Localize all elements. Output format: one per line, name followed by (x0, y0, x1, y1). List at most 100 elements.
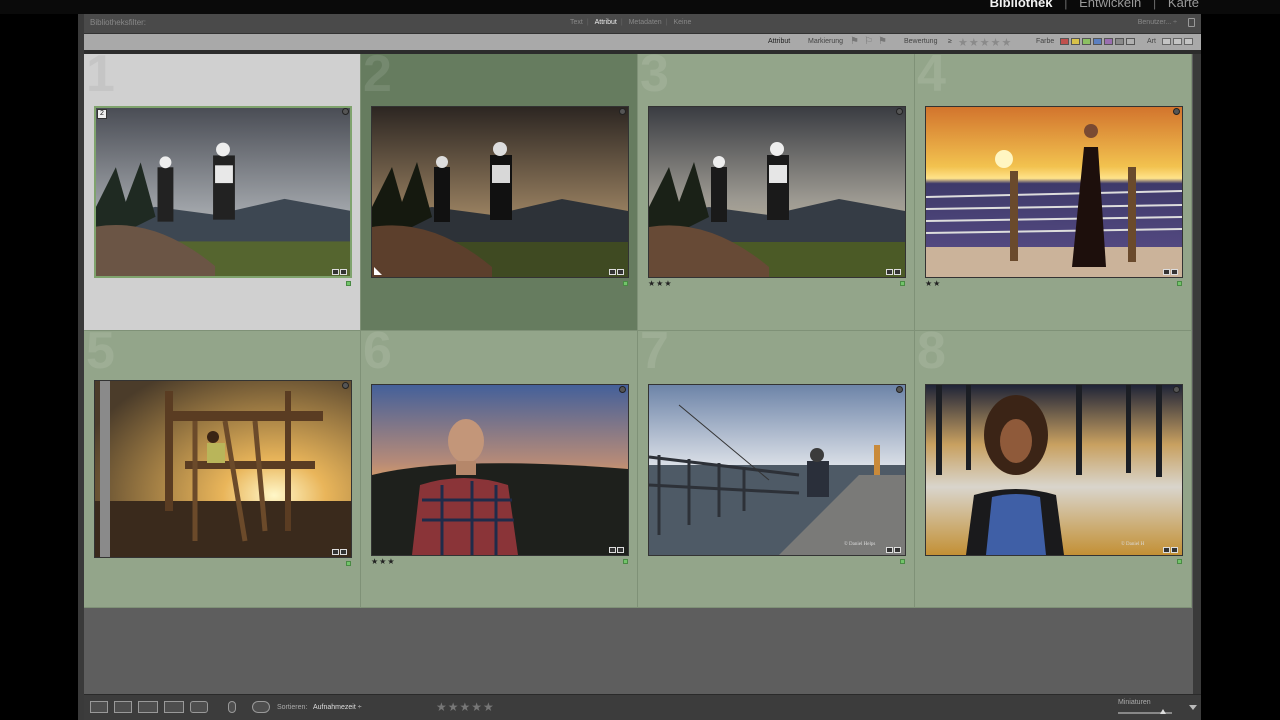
pick-flag-icon[interactable] (374, 267, 382, 275)
kind-virtual-icon[interactable] (1173, 38, 1182, 45)
quick-collection-dot-icon[interactable] (896, 108, 903, 115)
module-separator: | (1064, 0, 1068, 10)
color-swatch[interactable] (1060, 38, 1069, 45)
develop-badge-icon[interactable] (340, 549, 347, 555)
color-label-icon (623, 559, 628, 564)
photo-thumbnail[interactable] (648, 384, 906, 556)
metadata-badge-icon[interactable] (332, 269, 339, 275)
color-swatch[interactable] (1071, 38, 1080, 45)
kind-master-icon[interactable] (1162, 38, 1171, 45)
quick-collection-dot-icon[interactable] (619, 386, 626, 393)
sort-direction-icon[interactable] (252, 701, 270, 713)
color-swatch[interactable] (1115, 38, 1124, 45)
attribute-label: Attribut (768, 38, 791, 45)
right-panel-collapsed (1201, 14, 1280, 720)
photo-thumbnail[interactable] (94, 380, 352, 558)
flag-reject-icon[interactable]: ⚑ (878, 36, 887, 47)
filter-preset-select[interactable]: Benutzer... ÷ (1138, 19, 1177, 26)
color-label-icon (1177, 281, 1182, 286)
color-label-icon (900, 559, 905, 564)
module-picker: Bibliothek | Entwickeln | Karte (0, 0, 1280, 14)
photo-thumbnail[interactable] (371, 384, 629, 556)
tab-text[interactable]: Text (570, 19, 583, 26)
sort-select[interactable]: Aufnahmezeit ÷ (313, 704, 362, 711)
quick-collection-dot-icon[interactable] (896, 386, 903, 393)
metadata-badge-icon[interactable] (886, 269, 893, 275)
develop-badge-icon[interactable] (1171, 269, 1178, 275)
module-map[interactable]: Karte (1168, 0, 1199, 10)
sort-label: Sortieren: (277, 704, 308, 711)
develop-badge-icon[interactable] (617, 547, 624, 553)
painter-icon[interactable] (228, 701, 236, 713)
loupe-view-icon[interactable] (114, 701, 132, 713)
color-swatch[interactable] (1126, 38, 1135, 45)
color-swatch[interactable] (1093, 38, 1102, 45)
quick-collection-dot-icon[interactable] (1173, 108, 1180, 115)
grid-cell[interactable]: 7 © Daniel Helps (638, 331, 915, 608)
rating-stars[interactable]: ★★ (925, 279, 941, 288)
toolbar-rating-stars[interactable]: ★★★★★ (436, 700, 495, 714)
compare-view-icon[interactable] (138, 701, 158, 713)
tab-attribute[interactable]: Attribut (595, 19, 617, 26)
right-panel-toggle[interactable] (1193, 14, 1201, 694)
photo-thumbnail[interactable] (648, 106, 906, 278)
kind-video-icon[interactable] (1184, 38, 1193, 45)
color-swatch[interactable] (1104, 38, 1113, 45)
rating-stars[interactable]: ★★★ (371, 557, 396, 566)
quick-collection-dot-icon[interactable] (342, 382, 349, 389)
survey-view-icon[interactable] (164, 701, 184, 713)
metadata-badge-icon[interactable] (609, 269, 616, 275)
develop-badge-icon[interactable] (617, 269, 624, 275)
cell-index-number: 2 (363, 54, 392, 103)
quick-collection-dot-icon[interactable] (619, 108, 626, 115)
rating-operator[interactable]: ≥ (948, 38, 952, 45)
photo-thumbnail[interactable] (371, 106, 629, 278)
cell-index-number: 6 (363, 331, 392, 380)
thumbnail-size-knob[interactable] (1160, 709, 1166, 714)
develop-badge-icon[interactable] (894, 547, 901, 553)
flag-neutral-icon[interactable]: ⚐ (864, 36, 873, 47)
photo-thumbnail[interactable] (94, 106, 352, 278)
lock-icon[interactable] (1188, 18, 1195, 27)
flag-pick-icon[interactable]: ⚑ (850, 36, 859, 47)
metadata-badge-icon[interactable] (886, 547, 893, 553)
grid-cell[interactable]: 12 (84, 54, 361, 331)
rating-filter-stars[interactable]: ★★★★★ (958, 36, 1012, 49)
color-label-icon (346, 561, 351, 566)
tab-metadata[interactable]: Metadaten (629, 19, 662, 26)
tab-none[interactable]: Keine (673, 19, 691, 26)
color-label-icon (1177, 559, 1182, 564)
metadata-badge-icon[interactable] (609, 547, 616, 553)
grid-cell[interactable]: 5 (84, 331, 361, 608)
develop-badge-icon[interactable] (1171, 547, 1178, 553)
stack-count-badge[interactable]: 2 (97, 109, 107, 119)
grid-cell[interactable]: 8 © Daniel H (915, 331, 1192, 608)
metadata-badge-icon[interactable] (332, 549, 339, 555)
grid-cell[interactable]: 4 ★★ (915, 54, 1192, 331)
thumbnail-grid[interactable]: 1 2 2 3 ★★★ 4 ★★ 5 6 ★★★ 7 © Daniel Helps 8 © Daniel … (84, 54, 1193, 694)
photo-thumbnail[interactable] (925, 106, 1183, 278)
grid-cell[interactable]: 6 ★★★ (361, 331, 638, 608)
quick-collection-dot-icon[interactable] (1173, 386, 1180, 393)
grid-cell[interactable]: 3 ★★★ (638, 54, 915, 331)
quick-collection-dot-icon[interactable] (342, 108, 349, 115)
module-list: Bibliothek | Entwickeln | Karte (990, 0, 1199, 10)
module-separator: | (1152, 0, 1157, 10)
grid-cell[interactable]: 2 (361, 54, 638, 331)
color-swatch[interactable] (1082, 38, 1091, 45)
tab-separator: | (586, 19, 589, 26)
cell-index-number: 5 (86, 331, 115, 380)
metadata-badge-icon[interactable] (1163, 269, 1170, 275)
metadata-badge-icon[interactable] (1163, 547, 1170, 553)
module-develop[interactable]: Entwickeln (1079, 0, 1141, 10)
module-library[interactable]: Bibliothek (990, 0, 1053, 10)
rating-stars[interactable]: ★★★ (648, 279, 673, 288)
develop-badge-icon[interactable] (340, 269, 347, 275)
toolbar-options-chevron-icon[interactable] (1189, 705, 1197, 710)
develop-badge-icon[interactable] (894, 269, 901, 275)
color-label-icon (900, 281, 905, 286)
photo-thumbnail[interactable] (925, 384, 1183, 556)
cell-index-number: 7 (640, 331, 669, 380)
people-view-icon[interactable] (190, 701, 208, 713)
grid-view-icon[interactable] (90, 701, 108, 713)
